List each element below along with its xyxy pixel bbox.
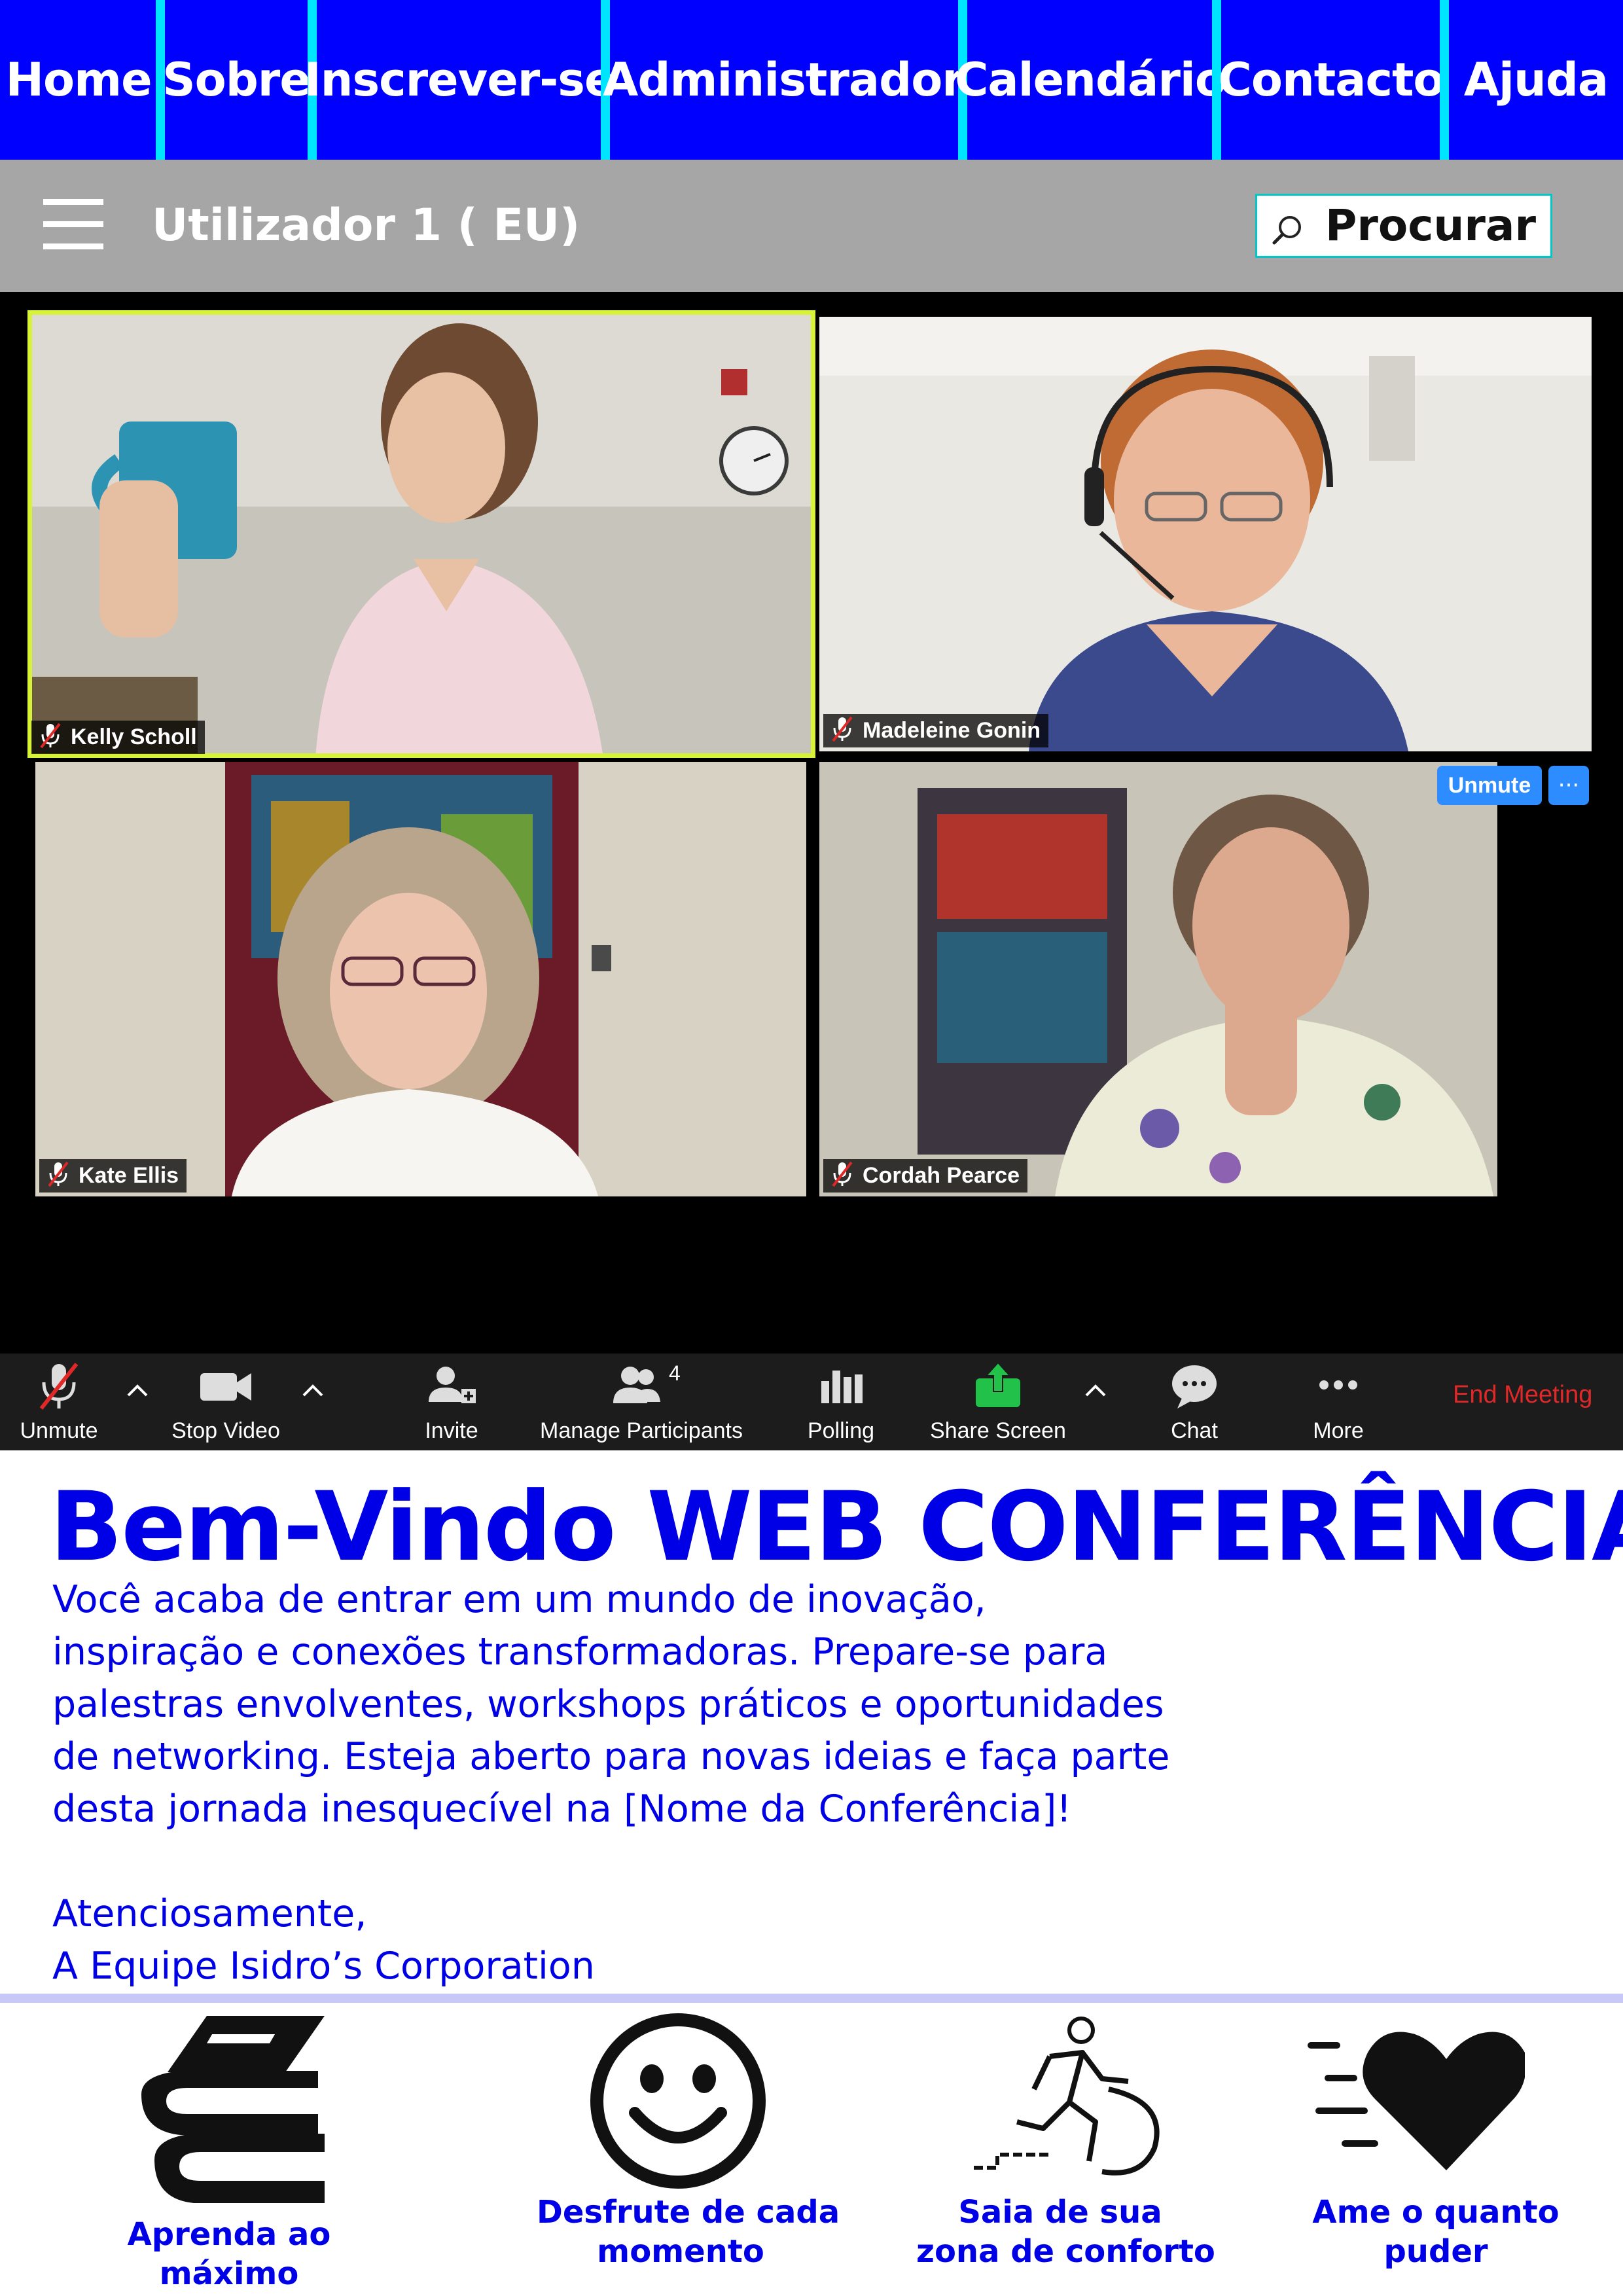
chat-bubble-icon	[1172, 1365, 1217, 1408]
participant-video	[35, 762, 806, 1196]
participant-name: Madeleine Gonin	[823, 714, 1049, 747]
video-camera-icon	[200, 1373, 251, 1401]
participant-video	[819, 317, 1592, 751]
chevron-up-icon[interactable]	[124, 1377, 151, 1403]
section-divider	[0, 1994, 1623, 2003]
participant-more-button[interactable]: ···	[1548, 766, 1589, 805]
participant-video	[819, 762, 1497, 1196]
chat-label: Chat	[1171, 1418, 1218, 1443]
polling-label: Polling	[807, 1418, 875, 1443]
feature-label-line: zona de conforto	[916, 2233, 1215, 2270]
video-tile-madeleine[interactable]: Madeleine Gonin	[819, 317, 1592, 751]
unmute-participant-button[interactable]: Unmute	[1437, 766, 1542, 805]
muted-mic-icon	[48, 1161, 69, 1187]
welcome-body-line: de networking. Esteja aberto para novas …	[52, 1735, 1170, 1778]
feature-label-line: Aprenda ao	[127, 2216, 331, 2253]
search-icon	[1272, 216, 1301, 245]
muted-mic-icon	[39, 1363, 79, 1410]
stop-video-label: Stop Video	[171, 1418, 280, 1443]
invite-label: Invite	[425, 1418, 478, 1443]
welcome-body-line: inspiração e conexões transformadoras. P…	[52, 1630, 1108, 1674]
closing-text: Atenciosamente,	[52, 1892, 367, 1935]
chevron-up-icon[interactable]	[1082, 1377, 1109, 1403]
nav-home[interactable]: Home	[0, 0, 157, 160]
share-screen-icon	[976, 1361, 1020, 1407]
running-person-icon	[974, 2017, 1160, 2176]
share-screen-label: Share Screen	[930, 1418, 1066, 1443]
muted-mic-icon	[832, 1161, 853, 1187]
participant-count: 4	[669, 1361, 681, 1385]
bar-chart-icon	[821, 1371, 863, 1403]
heart-icon	[1308, 2032, 1525, 2170]
manage-participants-label: Manage Participants	[540, 1418, 743, 1443]
video-tile-kate[interactable]: Kate Ellis	[35, 762, 806, 1196]
participant-name: Cordah Pearce	[823, 1159, 1027, 1193]
more-button[interactable]: More	[1289, 1354, 1387, 1450]
participant-video	[27, 310, 815, 758]
manage-participants-button[interactable]: Manage Participants	[530, 1354, 753, 1450]
chat-button[interactable]: Chat	[1145, 1354, 1243, 1450]
invite-button[interactable]: Invite	[406, 1354, 497, 1450]
welcome-body-line: desta jornada inesquecível na [Nome da C…	[52, 1787, 1072, 1831]
feature-label-line: máximo	[159, 2255, 299, 2292]
feature-label-line: Desfrute de cada	[537, 2194, 840, 2231]
video-tile-cordah[interactable]: Cordah Pearce	[819, 762, 1497, 1196]
search-box[interactable]: Procurar	[1255, 194, 1552, 258]
feature-label-line: Saia de sua	[958, 2194, 1162, 2231]
user-label: Utilizador 1 ( EU)	[152, 200, 580, 251]
share-screen-button[interactable]: Share Screen	[916, 1354, 1080, 1450]
welcome-body: Você acaba de entrar em um mundo de inov…	[52, 1573, 1204, 1835]
add-user-icon	[429, 1367, 476, 1403]
nav-calendario[interactable]: Calendário	[955, 0, 1226, 160]
nav-administrador[interactable]: Administrador	[603, 0, 965, 160]
muted-mic-icon	[832, 716, 853, 742]
nav-separator	[1440, 0, 1449, 160]
participants-icon	[613, 1367, 660, 1403]
unmute-button[interactable]: Unmute	[7, 1354, 111, 1450]
muted-mic-icon	[40, 723, 61, 749]
feature-label-line: momento	[597, 2233, 764, 2270]
welcome-title: Bem-Vindo WEB CONFERÊNCIA	[50, 1471, 1623, 1583]
search-label: Procurar	[1325, 200, 1537, 251]
chevron-up-icon[interactable]	[300, 1377, 326, 1403]
more-dots-icon	[1319, 1380, 1357, 1390]
books-icon	[141, 2016, 325, 2203]
nav-contacto[interactable]: Contacto	[1218, 0, 1444, 160]
feature-label-line: Ame o quanto	[1312, 2194, 1560, 2231]
unmute-label: Unmute	[20, 1418, 98, 1443]
nav-sobre[interactable]: Sobre	[162, 0, 311, 160]
signature-text: A Equipe Isidro’s Corporation	[52, 1945, 595, 1988]
welcome-body-line: Você acaba de entrar em um mundo de inov…	[52, 1578, 986, 1621]
top-navigation: Home Sobre Inscrever-se Administrador Ca…	[0, 0, 1623, 160]
smiley-face-icon	[590, 2013, 766, 2189]
video-tile-kelly[interactable]: Kelly Scholl	[27, 310, 815, 758]
feature-label: Saia de sua zona de conforto	[916, 2193, 1215, 2271]
feature-label: Desfrute de cada momento	[537, 2193, 840, 2271]
hamburger-menu-icon[interactable]	[43, 196, 103, 251]
nav-inscrever-se[interactable]: Inscrever-se	[304, 0, 616, 160]
polling-button[interactable]: Polling	[792, 1354, 890, 1450]
feature-label: Aprenda ao máximo	[85, 2215, 373, 2293]
stop-video-button[interactable]: Stop Video	[157, 1354, 294, 1450]
end-meeting-button[interactable]: End Meeting	[1453, 1381, 1592, 1409]
nav-ajuda[interactable]: Ajuda	[1449, 0, 1623, 160]
more-label: More	[1313, 1418, 1364, 1443]
welcome-body-line: palestras envolventes, workshops prático…	[52, 1683, 1164, 1726]
feature-label-line: puder	[1383, 2233, 1488, 2270]
feature-label: Ame o quanto puder	[1292, 2193, 1580, 2271]
